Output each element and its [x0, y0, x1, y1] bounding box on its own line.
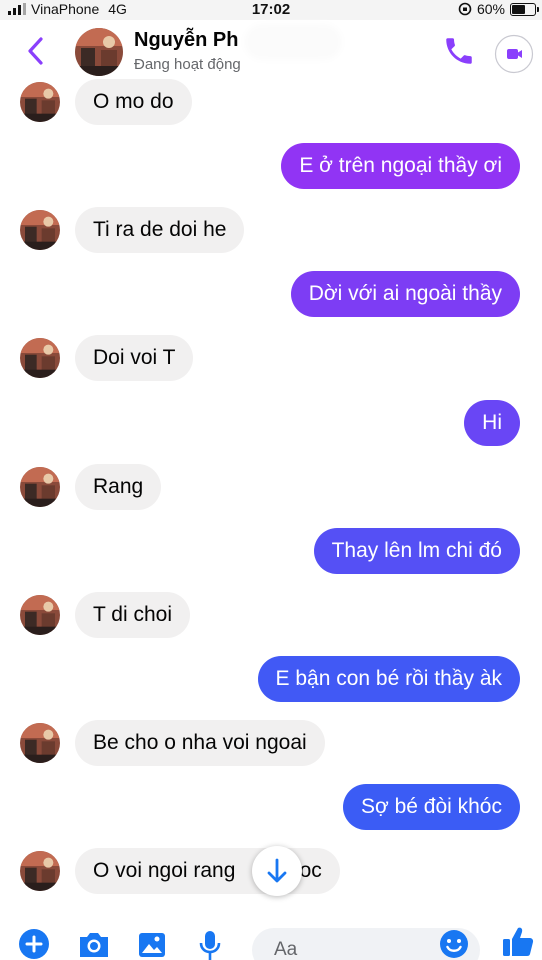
sender-avatar[interactable]	[20, 466, 60, 507]
incoming-message: Rang	[0, 463, 542, 510]
message-bubble[interactable]: Thay lên lm chi đó	[313, 527, 520, 574]
image-icon[interactable]	[136, 928, 168, 960]
message-bubble[interactable]: Sợ bé đòi khóc	[342, 784, 520, 831]
composer-bar	[0, 910, 542, 960]
conversation-header: Nguyễn Ph Đang hoạt động	[0, 20, 542, 84]
emoji-icon[interactable]	[438, 928, 470, 960]
sender-avatar[interactable]	[20, 723, 60, 763]
status-bar: VinaPhone 4G 17:02 60%	[0, 0, 542, 20]
contact-status: Đang hoạt động	[134, 56, 241, 73]
message-bubble[interactable]: Hi	[464, 399, 520, 446]
plus-circle-icon[interactable]	[18, 928, 50, 960]
message-bubble[interactable]: T di choi	[75, 591, 190, 638]
incoming-message: T di choi	[0, 591, 542, 638]
scroll-to-bottom-button[interactable]	[252, 846, 302, 896]
message-bubble[interactable]: O mo do	[75, 79, 192, 125]
sender-avatar[interactable]	[20, 82, 60, 122]
sender-avatar[interactable]	[20, 851, 60, 892]
incoming-message: Doi voi T	[0, 335, 542, 382]
microphone-icon[interactable]	[196, 928, 224, 960]
outgoing-message: Dời với ai ngoài thầy	[0, 271, 542, 318]
message-bubble[interactable]: E ở trên ngoại thầy ơi	[281, 143, 520, 190]
incoming-message: O mo do	[0, 79, 542, 125]
message-bubble[interactable]: Ti ra de doi he	[75, 207, 245, 254]
chevron-left-icon[interactable]	[22, 34, 52, 68]
thumbs-up-icon[interactable]	[500, 924, 536, 960]
contact-name: Nguyễn Ph	[134, 29, 239, 51]
message-bubble[interactable]: Dời với ai ngoài thầy	[290, 271, 520, 318]
video-camera-icon[interactable]	[494, 34, 534, 74]
message-bubble[interactable]: E bận con bé rồi thầy àk	[257, 655, 520, 702]
outgoing-message: E ở trên ngoại thầy ơi	[0, 143, 542, 190]
message-bubble[interactable]: Be cho o nha voi ngoai	[75, 720, 325, 766]
incoming-message: Be cho o nha voi ngoai	[0, 720, 542, 766]
outgoing-message: Sợ bé đòi khóc	[0, 784, 542, 831]
sender-avatar[interactable]	[20, 210, 60, 251]
outgoing-message: Thay lên lm chi đó	[0, 527, 542, 574]
sender-avatar[interactable]	[20, 594, 60, 635]
outgoing-message: Hi	[0, 399, 542, 446]
contact-avatar[interactable]	[75, 28, 123, 76]
redaction-blur	[250, 30, 336, 54]
battery-percent: 60%	[476, 1, 505, 17]
phone-icon[interactable]	[442, 34, 476, 68]
lock-rotation-icon	[458, 2, 472, 16]
arrow-down-icon	[267, 858, 287, 883]
message-bubble[interactable]: Doi voi T	[75, 335, 194, 382]
sender-avatar[interactable]	[20, 338, 60, 379]
incoming-message: Ti ra de doi he	[0, 207, 542, 254]
outgoing-message: E bận con bé rồi thầy àk	[0, 655, 542, 702]
message-thread: O mo do E ở trên ngoại thầy ơi Ti ra de do…	[0, 79, 542, 896]
battery-icon	[510, 2, 539, 16]
message-bubble[interactable]: Rang	[75, 463, 162, 510]
camera-icon[interactable]	[76, 928, 112, 960]
status-right: 60%	[458, 1, 539, 17]
